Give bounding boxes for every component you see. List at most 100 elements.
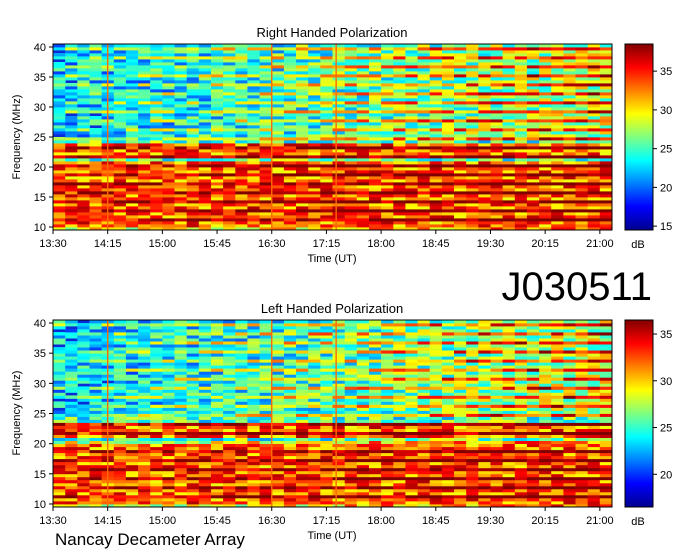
spectrogram-cell: [296, 197, 309, 201]
spectrogram-cell: [89, 131, 103, 135]
spectrogram-cell: [113, 134, 127, 138]
spectrogram-cell: [454, 410, 467, 414]
spectrogram-cell: [429, 498, 443, 502]
spectrogram-cell: [283, 128, 297, 132]
spectrogram-cell: [186, 452, 200, 457]
spectrogram-cell: [393, 446, 406, 451]
spectrogram-cell: [369, 431, 382, 435]
spectrogram-cell: [563, 377, 576, 381]
spectrogram-cell: [223, 395, 236, 399]
spectrogram-cell: [441, 446, 455, 451]
spectrogram-cell: [235, 380, 248, 384]
spectrogram-cell: [393, 498, 406, 502]
spectrogram-cell: [369, 407, 382, 411]
spectrogram-cell: [89, 461, 103, 466]
spectrogram-cell: [247, 458, 260, 463]
spectrogram-cell: [526, 404, 540, 408]
spectrogram-cell: [138, 404, 151, 408]
spectrogram-cell: [308, 146, 321, 150]
spectrogram-cell: [211, 371, 224, 375]
spectrogram-cell: [526, 113, 540, 117]
spectrogram-cell: [271, 83, 285, 87]
spectrogram-cell: [271, 173, 285, 177]
spectrogram-cell: [247, 446, 260, 451]
spectrogram-cell: [259, 392, 273, 396]
spectrogram-cell: [381, 494, 394, 499]
spectrogram-cell: [575, 110, 589, 114]
spectrogram-cell: [587, 209, 601, 213]
spectrogram-cell: [198, 194, 212, 198]
spectrogram-cell: [332, 416, 346, 420]
spectrogram-cell: [211, 113, 224, 117]
spectrogram-cell: [125, 107, 139, 111]
spectrogram-cell: [113, 137, 127, 141]
spectrogram-cell: [65, 476, 78, 481]
spectrogram-cell: [466, 467, 479, 472]
spectrogram-cell: [369, 398, 382, 402]
spectrogram-cell: [490, 380, 504, 384]
spectrogram-cell: [563, 161, 576, 165]
spectrogram-cell: [551, 113, 564, 117]
spectrogram-cell: [502, 44, 516, 48]
spectrogram-cell: [283, 476, 297, 481]
spectrogram-cell: [235, 446, 248, 451]
spectrogram-cell: [405, 170, 418, 174]
spectrogram-cell: [539, 498, 552, 502]
spectrogram-cell: [162, 74, 175, 78]
spectrogram-cell: [283, 413, 297, 417]
spectrogram-cell: [490, 221, 504, 225]
spectrogram-cell: [186, 188, 200, 192]
spectrogram-cell: [247, 422, 260, 426]
spectrogram-cell: [344, 71, 358, 75]
spectrogram-cell: [563, 437, 576, 441]
spectrogram-cell: [53, 371, 66, 375]
spectrogram-cell: [53, 149, 66, 153]
spectrogram-cell: [490, 485, 504, 490]
spectrogram-cell: [198, 413, 212, 417]
spectrogram-cell: [393, 374, 406, 378]
spectrogram-cell: [356, 479, 370, 484]
spectrogram-cell: [320, 68, 333, 72]
spectrogram-cell: [198, 113, 212, 117]
spectrogram-cell: [223, 392, 236, 396]
spectrogram-cell: [405, 407, 418, 411]
spectrogram-cell: [466, 209, 479, 213]
spectrogram-cell: [441, 137, 455, 141]
spectrogram-cell: [235, 494, 248, 499]
spectrogram-cell: [356, 224, 370, 228]
spectrogram-cell: [271, 209, 285, 213]
spectrogram-cell: [162, 191, 175, 195]
spectrogram-cell: [393, 371, 406, 375]
spectrogram-cell: [526, 218, 540, 222]
spectrogram-cell: [454, 101, 467, 105]
spectrogram-cell: [77, 125, 90, 129]
spectrogram-cell: [526, 498, 540, 502]
spectrogram-cell: [162, 203, 175, 207]
spectrogram-cell: [174, 137, 188, 141]
spectrogram-cell: [174, 443, 188, 448]
spectrogram-cell: [417, 191, 431, 195]
spectrogram-cell: [296, 119, 309, 123]
spectrogram-cell: [150, 386, 163, 390]
spectrogram-cell: [429, 44, 443, 48]
spectrogram-cell: [405, 488, 418, 493]
spectrogram-cell: [150, 422, 163, 426]
spectrogram-cell: [308, 437, 321, 441]
spectrogram-cell: [417, 197, 431, 201]
spectrogram-cell: [393, 197, 406, 201]
spectrogram-cell: [490, 146, 504, 150]
spectrogram-cell: [478, 470, 491, 475]
spectrogram-cell: [478, 501, 491, 505]
spectrogram-cell: [113, 113, 127, 117]
spectrogram-cell: [150, 425, 163, 429]
spectrogram-cell: [77, 191, 90, 195]
spectrogram-cell: [320, 80, 333, 84]
spectrogram-cell: [478, 137, 491, 141]
spectrogram-cell: [65, 386, 78, 390]
spectrogram-cell: [211, 494, 224, 499]
spectrogram-cell: [502, 71, 516, 75]
spectrogram-cell: [599, 446, 613, 451]
spectrogram-cell: [89, 140, 103, 144]
spectrogram-cell: [283, 446, 297, 451]
spectrogram-cell: [186, 185, 200, 189]
